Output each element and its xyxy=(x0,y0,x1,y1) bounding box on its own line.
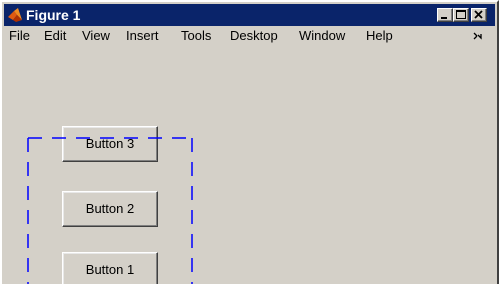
menu-view[interactable]: View xyxy=(82,27,110,44)
selection-box[interactable] xyxy=(4,45,495,284)
title-bar[interactable]: Figure 1 xyxy=(4,4,495,26)
menu-help[interactable]: Help xyxy=(366,27,393,44)
window-title: Figure 1 xyxy=(26,7,81,23)
menu-bar: File Edit View Insert Tools Desktop Wind… xyxy=(4,26,495,45)
figure-window: Figure 1 File Edit View Insert Tools Des… xyxy=(0,0,499,284)
menu-file[interactable]: File xyxy=(9,27,30,44)
menu-edit[interactable]: Edit xyxy=(44,27,66,44)
minimize-icon xyxy=(441,17,447,19)
minimize-button[interactable] xyxy=(437,8,453,22)
chevron-arrow-icon[interactable] xyxy=(473,31,483,41)
menu-tools[interactable]: Tools xyxy=(181,27,211,44)
figure-canvas[interactable]: Button 3 Button 2 Button 1 xyxy=(4,45,495,284)
close-button[interactable] xyxy=(471,8,487,22)
menu-insert[interactable]: Insert xyxy=(126,27,159,44)
close-icon xyxy=(474,10,483,19)
maximize-icon xyxy=(456,10,466,19)
menu-window[interactable]: Window xyxy=(299,27,345,44)
maximize-button[interactable] xyxy=(453,8,469,22)
menu-desktop[interactable]: Desktop xyxy=(230,27,278,44)
matlab-icon xyxy=(8,8,22,22)
